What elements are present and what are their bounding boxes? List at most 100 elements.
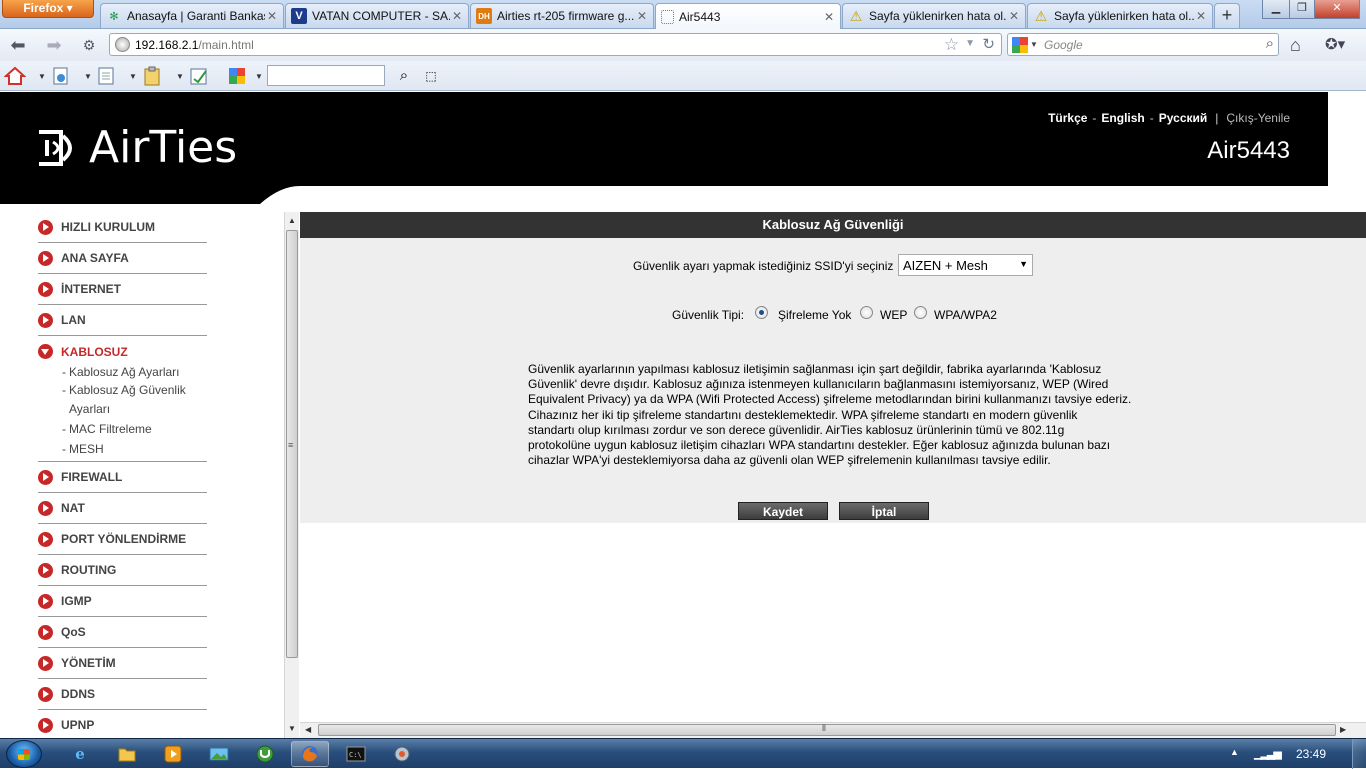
scroll-up-arrow-icon[interactable]: ▲ [288, 216, 296, 225]
close-tab-icon[interactable]: ✕ [450, 9, 464, 23]
home-icon[interactable]: ⌂ [1290, 35, 1301, 56]
bookmarks-menu-icon[interactable]: ✪▾ [1325, 35, 1345, 53]
menu-yonetim[interactable]: YÖNETİM [38, 648, 207, 679]
bookmark-star-icon[interactable]: ☆ [944, 35, 959, 55]
lang-english-link[interactable]: English [1101, 111, 1144, 125]
show-hidden-icons-arrow[interactable]: ▲ [1230, 747, 1239, 757]
menu-nat[interactable]: NAT [38, 493, 207, 524]
radio-wpa-wpa2-label[interactable]: WPA/WPA2 [934, 308, 997, 322]
media-player-icon[interactable] [154, 741, 192, 767]
lang-russian-link[interactable]: Русский [1159, 111, 1208, 125]
search-icon[interactable]: ⌕ [1266, 35, 1274, 52]
tab-garanti[interactable]: ✻ Anasayfa | Garanti Bankası ✕ [100, 3, 284, 28]
back-button[interactable]: ⬅ [7, 34, 29, 56]
dropdown-arrow-icon[interactable]: ▼ [84, 72, 92, 81]
firefox-taskbar-icon[interactable] [291, 741, 329, 767]
scroll-right-arrow-icon[interactable]: ▶ [1340, 725, 1346, 734]
submenu-kablosuz-ag-guvenlik-ayarlari[interactable]: Kablosuz Ağ Güvenlik Ayarları [38, 381, 207, 419]
scroll-down-arrow-icon[interactable]: ▼ [288, 724, 296, 733]
spellcheck-icon[interactable] [188, 65, 210, 87]
menu-routing[interactable]: ROUTING [38, 555, 207, 586]
arrow-bullet-icon [38, 655, 53, 671]
menu-port-yonlendirme[interactable]: PORT YÖNLENDİRME [38, 524, 207, 555]
frame-horizontal-scrollbar[interactable]: ◀ ⦀ ▶ [300, 722, 1366, 738]
utorrent-icon[interactable] [246, 741, 284, 767]
frame-vertical-scrollbar[interactable]: ▲ ≡ ▼ [284, 212, 299, 738]
refresh-link[interactable]: Yenile [1258, 111, 1290, 125]
lang-turkish-link[interactable]: Türkçe [1048, 111, 1087, 125]
save-button[interactable]: Kaydet [738, 502, 828, 520]
airties-header: AirTies Türkçe - English - Русский | Çıkış-Yen… [0, 92, 1328, 186]
menu-internet[interactable]: İNTERNET [38, 274, 207, 305]
start-button[interactable] [6, 740, 42, 768]
network-signal-icon[interactable]: ▁▂▃▅ [1254, 747, 1282, 760]
url-history-dropdown-icon[interactable]: ▼ [965, 38, 975, 49]
menu-upnp[interactable]: UPNP [38, 710, 207, 738]
submenu-kablosuz-ag-ayarlari[interactable]: Kablosuz Ağ Ayarları [38, 363, 207, 381]
menu-qos[interactable]: QoS [38, 617, 207, 648]
toolbar-home-icon[interactable] [3, 65, 27, 87]
radio-no-encryption-label[interactable]: Şifreleme Yok [778, 308, 851, 322]
tab-vatan[interactable]: V VATAN COMPUTER - SA... ✕ [285, 3, 469, 28]
dropdown-arrow-icon[interactable]: ▼ [38, 72, 46, 81]
photo-gallery-icon[interactable] [200, 741, 238, 767]
reload-icon[interactable]: ↻ [982, 35, 995, 53]
command-prompt-icon[interactable]: C:\ [337, 741, 375, 767]
tab-error-1[interactable]: ⚠ Sayfa yüklenirken hata ol... ✕ [842, 3, 1026, 28]
search-bar[interactable]: ▼ Google ⌕ [1007, 33, 1279, 56]
forward-button[interactable]: ➡ [43, 34, 65, 56]
menu-lan[interactable]: LAN [38, 305, 207, 336]
site-identity-button[interactable]: ⚙ [78, 34, 100, 56]
new-tab-button[interactable]: + [1214, 3, 1240, 28]
close-tab-icon[interactable]: ✕ [265, 9, 279, 23]
toolbar-page-icon[interactable] [95, 65, 117, 87]
submenu-mac-filtreleme[interactable]: MAC Filtreleme [38, 420, 207, 438]
submenu-mesh[interactable]: MESH [38, 440, 207, 458]
scroll-left-arrow-icon[interactable]: ◀ [305, 725, 311, 734]
close-tab-icon[interactable]: ✕ [1194, 9, 1208, 23]
scrollbar-thumb[interactable] [318, 724, 1336, 736]
google-toolbar-icon[interactable] [226, 65, 248, 87]
toolbar-search-input[interactable] [267, 65, 385, 86]
airties-logo-icon [39, 129, 72, 166]
cursor-tool-icon[interactable]: ⬚ [420, 65, 442, 87]
menu-ana-sayfa[interactable]: ANA SAYFA [38, 243, 207, 274]
close-window-button[interactable]: ✕ [1314, 0, 1360, 19]
dropdown-arrow-icon[interactable]: ▼ [129, 72, 137, 81]
logout-link[interactable]: Çıkış [1226, 111, 1253, 125]
tab-error-2[interactable]: ⚠ Sayfa yüklenirken hata ol... ✕ [1027, 3, 1213, 28]
firefox-menu-button[interactable]: Firefox ▾ [2, 0, 94, 18]
search-engine-dropdown-icon[interactable]: ▼ [1030, 40, 1038, 49]
menu-ddns[interactable]: DDNS [38, 679, 207, 710]
toolbar-refresh-page-icon[interactable] [50, 65, 72, 87]
radio-wpa-wpa2[interactable] [914, 306, 927, 319]
menu-hizli-kurulum[interactable]: HIZLI KURULUM [38, 212, 207, 243]
internet-explorer-icon[interactable]: e [61, 741, 99, 767]
tab-airties-firmware[interactable]: DH Airties rt-205 firmware g... ✕ [470, 3, 654, 28]
arrow-bullet-icon [38, 593, 53, 609]
dropdown-arrow-icon[interactable]: ▼ [255, 72, 263, 81]
radio-wep-label[interactable]: WEP [880, 308, 907, 322]
maximize-button[interactable]: ❐ [1289, 0, 1315, 19]
menu-igmp[interactable]: IGMP [38, 586, 207, 617]
close-tab-icon[interactable]: ✕ [635, 9, 649, 23]
close-tab-icon[interactable]: ✕ [822, 10, 836, 24]
dropdown-arrow-icon[interactable]: ▼ [176, 72, 184, 81]
url-bar[interactable]: 192.168.2.1/main.html ☆ ▼ ↻ [109, 33, 1002, 56]
show-desktop-button[interactable] [1352, 739, 1366, 769]
radio-no-encryption[interactable] [755, 306, 768, 319]
radio-wep[interactable] [860, 306, 873, 319]
url-text[interactable]: 192.168.2.1/main.html [135, 38, 254, 52]
clipboard-icon[interactable] [141, 65, 163, 87]
menu-firewall[interactable]: FIREWALL [38, 462, 207, 493]
file-explorer-icon[interactable] [108, 741, 146, 767]
tab-air5443[interactable]: Air5443 ✕ [655, 3, 841, 29]
cancel-button[interactable]: İptal [839, 502, 929, 520]
close-tab-icon[interactable]: ✕ [1007, 9, 1021, 23]
settings-app-icon[interactable] [383, 741, 421, 767]
ssid-select[interactable]: AIZEN + Mesh ▼ [898, 254, 1033, 276]
google-icon[interactable] [1012, 37, 1028, 53]
minimize-button[interactable]: ▁ [1262, 0, 1290, 19]
toolbar-search-icon[interactable]: ⌕ [393, 65, 415, 87]
clock[interactable]: 23:49 [1296, 747, 1326, 761]
